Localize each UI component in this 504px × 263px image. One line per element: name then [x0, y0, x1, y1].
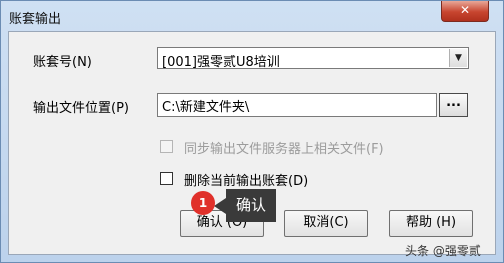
watermark-text: 头条 @强零贰 — [405, 244, 481, 258]
path-label: 输出文件位置(P) — [33, 101, 129, 116]
account-select[interactable]: [001]强零贰U8培训 ▼ — [157, 47, 469, 70]
close-icon: ✕ — [459, 3, 471, 17]
delete-account-checkbox[interactable] — [160, 172, 173, 185]
tooltip-arrow — [214, 198, 226, 214]
cancel-button[interactable]: 取消(C) — [284, 210, 368, 237]
account-label: 账套号(N) — [33, 55, 92, 70]
delete-account-label: 删除当前输出账套(D) — [184, 174, 309, 189]
help-button[interactable]: 帮助 (H) — [389, 210, 473, 237]
output-path-input[interactable] — [157, 93, 437, 117]
title-bar[interactable]: 账套输出 ✕ — [1, 1, 503, 31]
browse-button[interactable]: ... — [439, 93, 468, 117]
sync-files-checkbox[interactable] — [160, 140, 173, 153]
tooltip-callout: 确认 — [226, 189, 276, 222]
account-select-value: [001]强零贰U8培训 — [162, 55, 280, 70]
sync-files-label: 同步输出文件服务器上相关文件(F) — [184, 142, 384, 157]
chevron-down-icon[interactable]: ▼ — [449, 49, 467, 67]
step-badge: 1 — [191, 191, 215, 215]
window-title: 账套输出 — [9, 12, 62, 27]
close-button[interactable]: ✕ — [441, 1, 489, 22]
